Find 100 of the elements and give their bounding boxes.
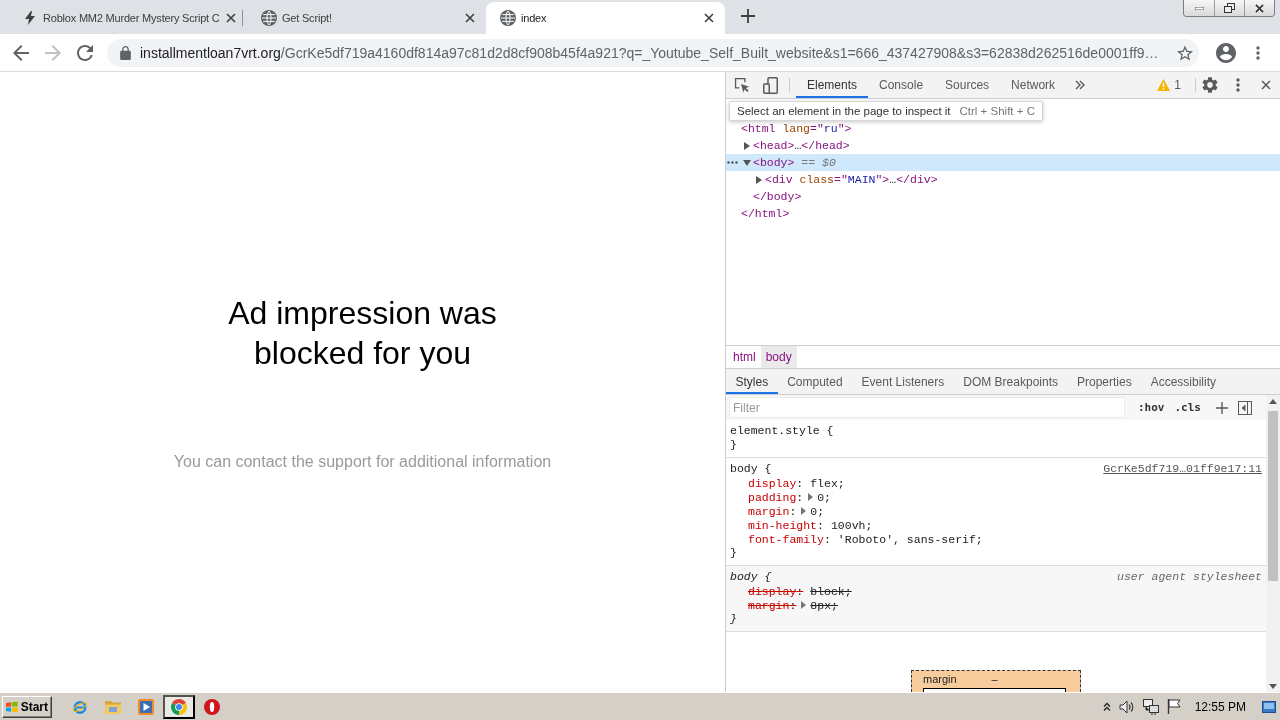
devtools-tab[interactable]: Sources (934, 72, 1001, 98)
css-closing-brace: } (730, 612, 737, 626)
close-icon (1255, 3, 1264, 13)
network-icon[interactable] (1142, 698, 1159, 715)
css-closing-brace: } (730, 438, 737, 452)
css-property-value[interactable]: 'Roboto', sans-serif; (837, 532, 983, 546)
scrollbar-thumb[interactable] (1268, 411, 1278, 581)
restore-icon (1224, 3, 1235, 13)
css-property-value[interactable]: flex; (810, 476, 845, 490)
style-toggle-button[interactable]: .cls (1169, 401, 1206, 414)
css-property-name[interactable]: display: (748, 584, 804, 598)
triangle-right-icon[interactable] (744, 141, 750, 150)
ellipsis-dots-icon (727, 161, 738, 164)
sidebar-pane-tab[interactable]: DOM Breakpoints (953, 369, 1068, 394)
four-pane-flag-icon (6, 699, 18, 714)
address-bar[interactable]: installmentloan7vrt.org/GcrKe5df719a4160df814a97c81d2d8cf908b45f4a921?q=_Youtube_Self_Built_website&s1=666_437427908&s3=62838d262516de0001ff9… (107, 38, 1199, 67)
e-orbit-icon (72, 698, 88, 715)
toggle-sidebar-button[interactable] (1238, 400, 1252, 415)
star-outline-icon (1177, 44, 1193, 61)
dom-tree-row[interactable]: <body> == $0 (726, 154, 1280, 171)
warning-icon (1157, 79, 1171, 91)
start-button[interactable]: Start (2, 695, 52, 718)
triangle-right-icon[interactable] (801, 601, 807, 609)
reload-icon (77, 44, 93, 61)
plus-icon (741, 8, 755, 23)
dom-tree-row[interactable]: <head>…</head> (726, 137, 1280, 154)
css-property-name[interactable]: font-family: (748, 532, 831, 546)
css-selector: element.style { (730, 424, 834, 438)
css-property-value[interactable]: 0; (810, 504, 825, 518)
close-icon (465, 13, 475, 23)
lightning-bolt-icon (25, 11, 35, 25)
close-icon (704, 13, 714, 23)
taskbar-app-button[interactable] (163, 694, 195, 719)
sidebar-pane-tab[interactable]: Event Listeners (852, 369, 954, 394)
globe-icon (261, 10, 277, 26)
browser-tab[interactable]: index (486, 2, 725, 34)
dom-closing-tag: </html> (741, 207, 790, 220)
sidebar-pane-tab[interactable]: Accessibility (1141, 369, 1226, 394)
settings-icon (1202, 77, 1218, 93)
double-chevron-up-icon[interactable] (1102, 701, 1111, 712)
css-property-name[interactable]: min-height: (748, 518, 824, 532)
css-property-name[interactable]: display: (748, 476, 804, 490)
devtools-tab[interactable]: Network (1000, 72, 1067, 98)
css-property-name[interactable]: margin: (748, 504, 797, 518)
breadcrumb-item[interactable]: body (760, 346, 797, 368)
sidebar-pane-tab[interactable]: Computed (777, 369, 853, 394)
dom-tree-row[interactable]: <html lang="ru"> (726, 120, 1280, 137)
show-desktop-icon[interactable] (1262, 700, 1276, 713)
scroll-up-icon[interactable] (1269, 399, 1277, 404)
css-property-value[interactable]: 100vh; (830, 518, 873, 532)
stylesheet-link[interactable]: GcrKe5df719…01ff9e17:11 (1103, 462, 1262, 476)
css-property-name[interactable]: padding: (748, 490, 804, 504)
dom-node-text: <head>…</head> (753, 139, 850, 152)
box-model-label: margin (923, 672, 958, 686)
sidebar-toggle-icon (1238, 400, 1252, 415)
triangle-right-icon[interactable] (808, 493, 814, 501)
css-property-value[interactable]: 0; (817, 490, 832, 504)
flag-icon[interactable] (1166, 699, 1181, 714)
url-text: installmentloan7vrt.org/GcrKe5df719a4160df814a97c81d2d8cf908b45f4a921?q=_Youtube_Self_Built_website&s1=666_437427908&s3=62838d262516de0001ff9… (140, 44, 1160, 61)
warnings-counter[interactable]: 1 (1151, 72, 1187, 98)
css-selector: body { (730, 570, 772, 584)
window-close-button[interactable] (1244, 0, 1274, 16)
css-closing-brace: } (730, 546, 737, 560)
restore-button[interactable] (1214, 0, 1244, 16)
scroll-down-icon[interactable] (1269, 684, 1277, 689)
triangle-down-icon[interactable] (743, 159, 751, 166)
style-toggle-button[interactable]: :hov (1133, 401, 1170, 414)
devtools-tab[interactable]: Console (868, 72, 935, 98)
globe-icon (500, 10, 516, 26)
breadcrumb-item[interactable]: html (728, 346, 761, 368)
dom-tree-row[interactable]: <div class="MAIN">…</div> (726, 171, 1280, 188)
filter-field[interactable]: Filter (729, 397, 1125, 418)
browser-tab[interactable]: Get Script! (247, 2, 486, 34)
css-property-name[interactable]: margin: (748, 598, 797, 612)
new-rule-button[interactable] (1216, 401, 1228, 414)
bookmark-button[interactable] (1177, 44, 1193, 61)
css-property-value[interactable]: block; (810, 584, 852, 598)
kebab-menu-icon (1236, 78, 1240, 92)
tooltip-text: Select an element in the page to inspect it (737, 105, 951, 117)
browser-tab[interactable]: Roblox MM2 Murder Mystery Script C (8, 2, 247, 34)
close-icon (226, 13, 236, 23)
arrow-right-icon (45, 44, 61, 61)
css-property-value[interactable]: 8px; (810, 598, 838, 612)
sidebar-pane-tab[interactable]: Properties (1067, 369, 1142, 394)
triangle-right-icon[interactable] (801, 507, 807, 515)
phone-tablet-icon (762, 76, 778, 94)
ring-logo-icon (204, 698, 220, 715)
plus-icon (1216, 401, 1228, 414)
arrow-left-icon (13, 44, 29, 61)
css-selector: body { (730, 462, 772, 476)
kebab-menu-icon (1256, 45, 1260, 60)
play-tile-icon (138, 698, 154, 715)
speaker-icon[interactable] (1118, 699, 1135, 714)
lock-icon (120, 45, 131, 60)
triangle-right-icon[interactable] (756, 175, 762, 184)
dom-node-text: <html lang="ru"> (741, 122, 852, 135)
shortcut-text: Ctrl + Shift + C (959, 105, 1035, 117)
inspect-cursor-icon (734, 77, 750, 93)
double-chevron-right-icon (1075, 80, 1086, 90)
stylesheet-origin: user agent stylesheet (1117, 570, 1262, 584)
